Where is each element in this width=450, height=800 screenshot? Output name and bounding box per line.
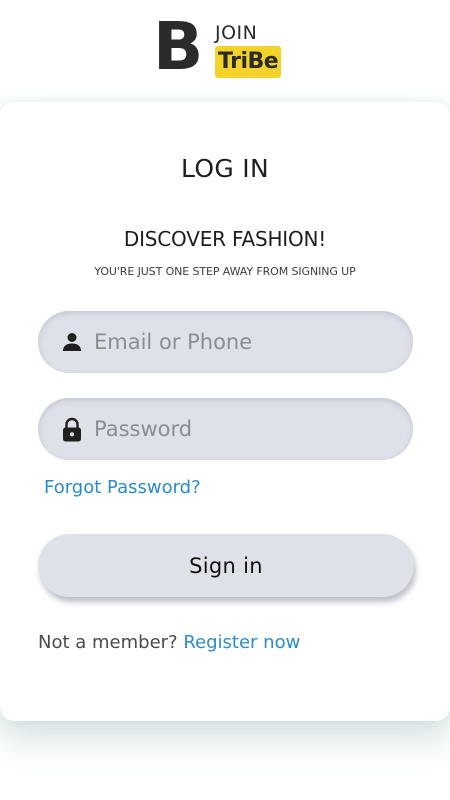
login-page: B JOIN TriBe LOG IN DISCOVER FASHION! YO…	[0, 0, 450, 800]
headline: DISCOVER FASHION!	[123, 227, 327, 251]
logo-letter: B	[153, 8, 203, 85]
lock-icon	[60, 417, 84, 442]
email-field[interactable]	[38, 311, 413, 373]
email-input[interactable]	[94, 311, 394, 373]
password-field[interactable]	[38, 398, 413, 460]
sign-in-button[interactable]: Sign in	[38, 534, 414, 597]
password-input[interactable]	[94, 398, 394, 460]
register-row: Not a member? Register now	[38, 630, 300, 656]
join-tribe-logo: B JOIN TriBe	[153, 14, 298, 82]
user-icon	[60, 330, 84, 354]
forgot-password-link[interactable]: Forgot Password?	[44, 475, 201, 501]
register-prompt: Not a member?	[38, 632, 178, 653]
logo-tribe-text: TriBe	[215, 46, 282, 78]
page-title: LOG IN	[181, 154, 269, 183]
logo-join-text: JOIN	[215, 22, 258, 44]
register-now-link[interactable]: Register now	[183, 632, 300, 653]
tagline: YOU'RE JUST ONE STEP AWAY FROM SIGNING U…	[94, 265, 356, 278]
